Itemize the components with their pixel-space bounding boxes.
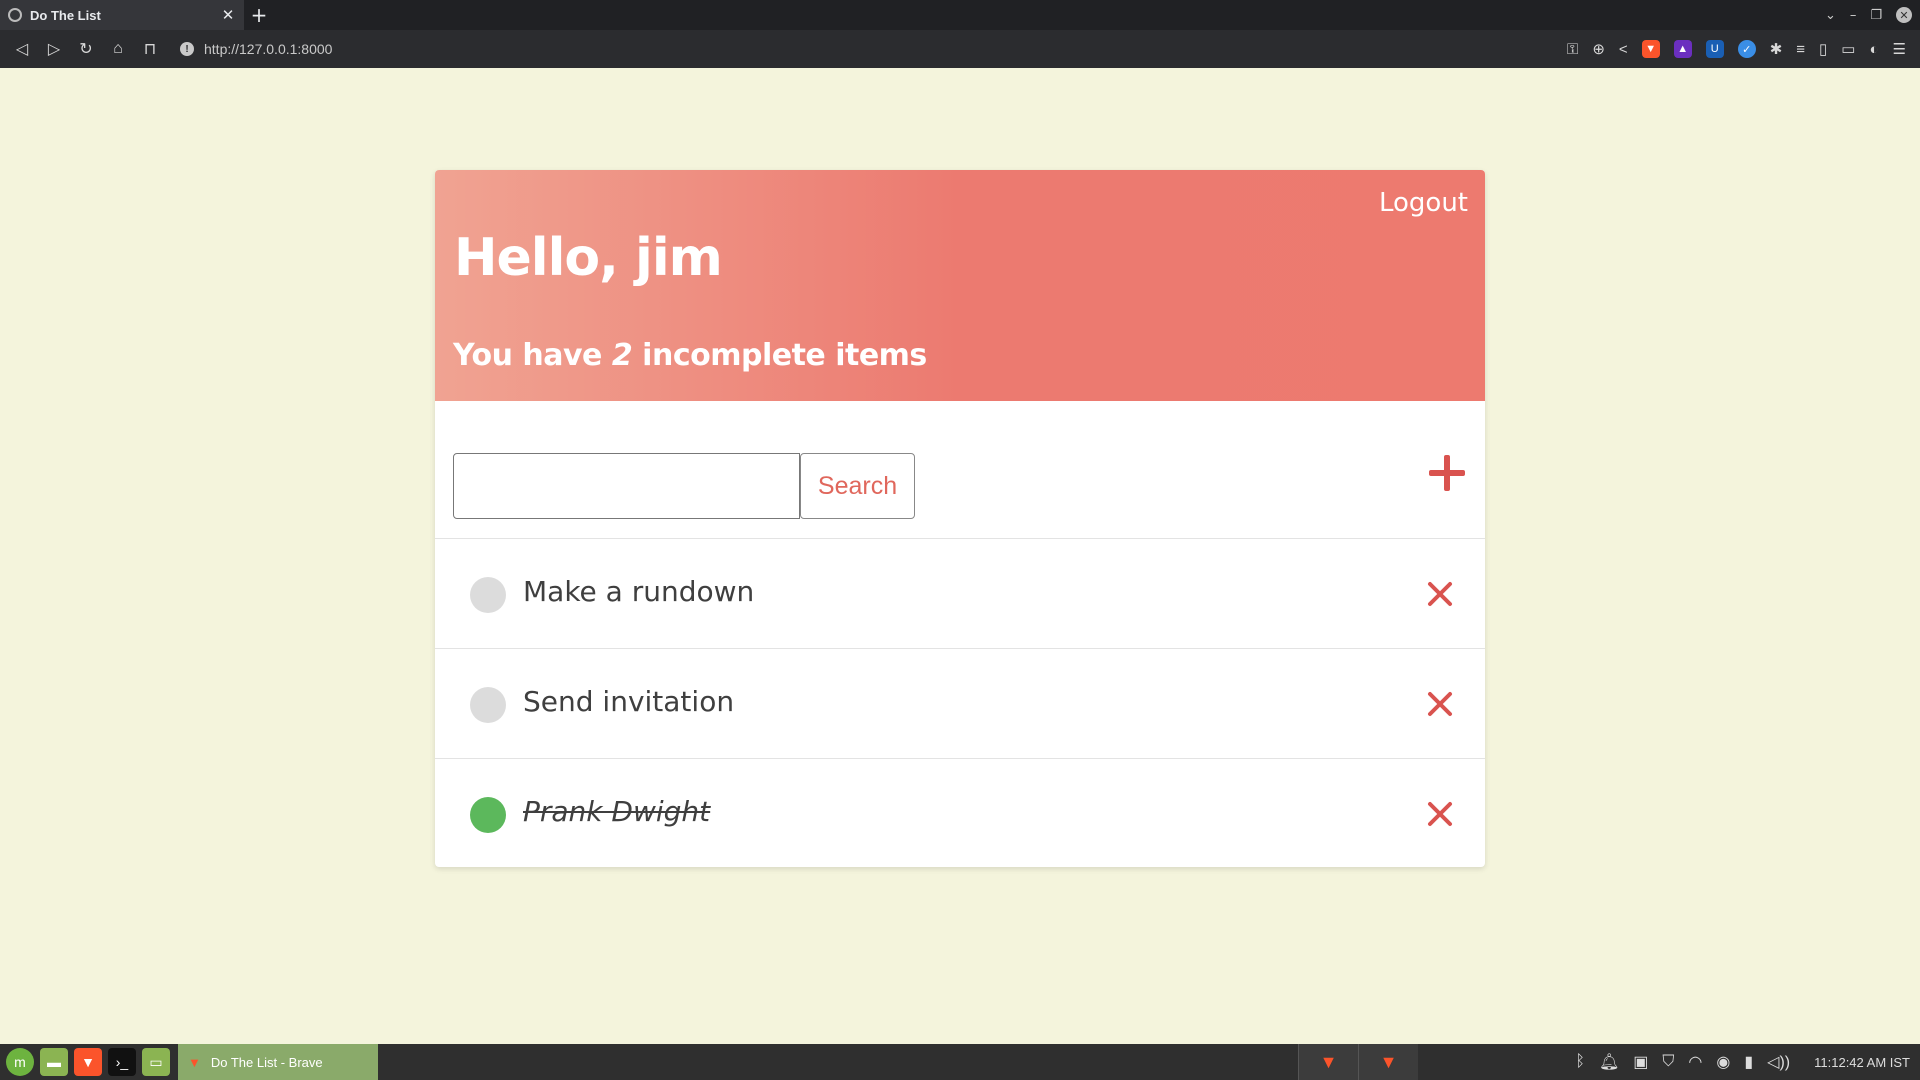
tab-close-icon[interactable]: ✕ bbox=[220, 6, 236, 24]
menu-icon[interactable]: ☰ bbox=[1893, 40, 1906, 58]
tab-list-chevron-icon[interactable]: ⌄ bbox=[1825, 8, 1836, 23]
url-text[interactable]: http://127.0.0.1:8000 bbox=[204, 41, 332, 57]
battery-icon[interactable]: ▮ bbox=[1744, 1052, 1753, 1072]
nvidia-icon[interactable]: ◉ bbox=[1716, 1052, 1730, 1072]
terminal-icon[interactable]: ›_ bbox=[108, 1048, 136, 1076]
todo-text: Make a rundown bbox=[523, 575, 755, 608]
complete-toggle[interactable] bbox=[470, 687, 506, 723]
extension-blue-icon[interactable]: ✓ bbox=[1737, 40, 1756, 58]
home-icon[interactable]: ⌂ bbox=[102, 40, 134, 58]
brave-icon: ▼ bbox=[1379, 1051, 1398, 1072]
incomplete-count: 2 bbox=[611, 338, 633, 373]
todo-text: Prank Dwight bbox=[523, 795, 711, 828]
clock[interactable]: 11:12:42 AM IST bbox=[1814, 1055, 1910, 1070]
search-input[interactable] bbox=[453, 453, 800, 519]
bluetooth-icon[interactable]: ᛒ bbox=[1575, 1053, 1585, 1071]
window-controls: ⌄ – ❐ ✕ bbox=[1825, 7, 1920, 23]
site-info-icon[interactable]: ! bbox=[180, 42, 194, 56]
globe-icon bbox=[8, 8, 22, 22]
volume-icon[interactable]: ◁)) bbox=[1767, 1052, 1790, 1072]
card-header: Logout Hello, jim You have 2 incomplete … bbox=[435, 170, 1485, 401]
files-icon[interactable]: ▭ bbox=[142, 1048, 170, 1076]
plus-icon[interactable] bbox=[1427, 453, 1467, 493]
logout-link[interactable]: Logout bbox=[1379, 188, 1468, 218]
shield-icon[interactable]: ⛉ bbox=[1662, 1053, 1674, 1071]
back-icon[interactable]: ◁ bbox=[6, 39, 38, 59]
search-button[interactable]: Search bbox=[800, 453, 915, 519]
summary-suffix: incomplete items bbox=[642, 338, 927, 373]
system-tray: ᛒ 🔔︎ ▣ ⛉ ◠ ◉ ▮ ◁)) 11:12:42 AM IST bbox=[1575, 1052, 1920, 1072]
brave-shields-icon[interactable]: ▼ bbox=[1641, 40, 1660, 58]
show-desktop-icon[interactable]: ▬ bbox=[40, 1048, 68, 1076]
zoom-icon[interactable]: ⊕ bbox=[1592, 40, 1605, 58]
window-close-icon[interactable]: ✕ bbox=[1896, 7, 1912, 23]
search-row: Search bbox=[435, 401, 1485, 539]
todo-item: Prank Dwight bbox=[435, 759, 1485, 867]
playlist-icon[interactable]: ≡ bbox=[1796, 41, 1805, 58]
taskbar-window-button[interactable]: ▼ Do The List - Brave bbox=[178, 1044, 378, 1080]
brave-task-button[interactable]: ▼ bbox=[1358, 1044, 1418, 1080]
taskbar-window-label: Do The List - Brave bbox=[210, 1054, 323, 1070]
address-bar[interactable]: ! http://127.0.0.1:8000 bbox=[180, 41, 332, 57]
os-taskbar: m ▬ ▼ ›_ ▭ ▼ Do The List - Brave ▼ ▼ ᛒ 🔔… bbox=[0, 1044, 1920, 1080]
minimize-icon[interactable]: – bbox=[1850, 8, 1857, 23]
forward-icon[interactable]: ▷ bbox=[38, 39, 70, 59]
delete-x-icon[interactable] bbox=[1427, 801, 1453, 827]
brave-launcher-icon[interactable]: ▼ bbox=[74, 1048, 102, 1076]
mint-menu-icon[interactable]: m bbox=[6, 1048, 34, 1076]
brave-task-button[interactable]: ▼ bbox=[1298, 1044, 1358, 1080]
notifications-icon[interactable]: 🔔︎ bbox=[1599, 1052, 1619, 1072]
key-icon[interactable]: ⚿ bbox=[1567, 41, 1578, 58]
sidebar-icon[interactable]: ▯ bbox=[1819, 40, 1827, 58]
reload-icon[interactable]: ↻ bbox=[70, 39, 102, 59]
browser-tabbar: Do The List ✕ + ⌄ – ❐ ✕ bbox=[0, 0, 1920, 30]
delete-x-icon[interactable] bbox=[1427, 691, 1453, 717]
complete-toggle[interactable] bbox=[470, 797, 506, 833]
wallet-icon[interactable]: ▭ bbox=[1841, 40, 1855, 58]
todo-card: Logout Hello, jim You have 2 incomplete … bbox=[435, 170, 1485, 867]
browser-tab[interactable]: Do The List ✕ bbox=[0, 0, 244, 30]
brave-window-icon: ▼ bbox=[188, 1054, 201, 1070]
share-icon[interactable]: < bbox=[1619, 41, 1628, 58]
toolbar-actions: ⚿ ⊕ < ▼ ▲ U ✓ ✱ ≡ ▯ ▭ ◐ ☰ bbox=[1567, 40, 1920, 58]
clipboard-icon[interactable]: ▣ bbox=[1633, 1052, 1648, 1072]
todo-text: Send invitation bbox=[523, 685, 735, 718]
summary-prefix: You have bbox=[453, 338, 602, 373]
maximize-icon[interactable]: ❐ bbox=[1870, 8, 1882, 23]
taskbar-pinned-group: ▼ ▼ bbox=[1298, 1044, 1418, 1080]
tab-title: Do The List bbox=[30, 7, 101, 23]
extension-badge-icon[interactable]: U bbox=[1705, 40, 1724, 58]
brave-rewards-icon[interactable]: ▲ bbox=[1673, 40, 1692, 58]
complete-toggle[interactable] bbox=[470, 577, 506, 613]
todo-item: Send invitation bbox=[435, 649, 1485, 759]
page-title: Hello, jim bbox=[454, 228, 723, 288]
new-tab-button[interactable]: + bbox=[244, 0, 274, 30]
todo-item: Make a rundown bbox=[435, 539, 1485, 649]
browser-toolbar: ◁ ▷ ↻ ⌂ ⊓ ! http://127.0.0.1:8000 ⚿ ⊕ < … bbox=[0, 30, 1920, 68]
bookmark-icon[interactable]: ⊓ bbox=[134, 39, 166, 59]
todo-list: Make a rundown Send invitation Prank Dwi… bbox=[435, 539, 1485, 867]
puzzle-icon[interactable]: ✱ bbox=[1770, 40, 1783, 58]
brave-icon: ▼ bbox=[1319, 1051, 1338, 1072]
delete-x-icon[interactable] bbox=[1427, 581, 1453, 607]
wifi-icon[interactable]: ◠ bbox=[1688, 1052, 1702, 1072]
incomplete-summary: You have 2 incomplete items bbox=[453, 338, 927, 373]
profile-icon[interactable]: ◐ bbox=[1869, 41, 1878, 58]
